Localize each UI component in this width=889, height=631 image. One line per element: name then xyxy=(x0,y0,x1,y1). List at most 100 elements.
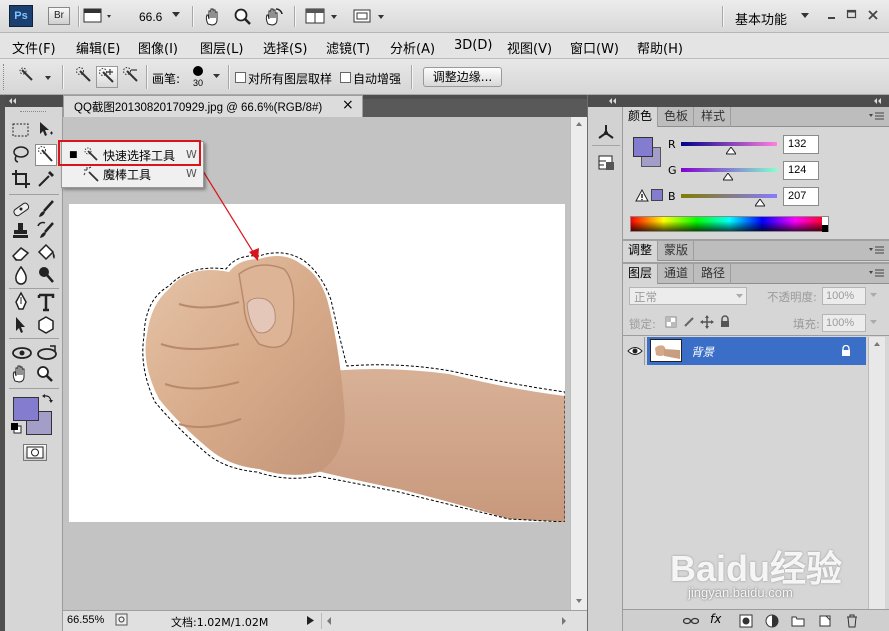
gamut-color-swatch[interactable] xyxy=(651,189,663,201)
panels-topbar[interactable] xyxy=(623,95,889,107)
zoom-level[interactable]: 66.6 xyxy=(139,10,162,24)
options-grip[interactable] xyxy=(3,64,6,90)
screen-mode-button[interactable] xyxy=(352,8,388,25)
green-slider[interactable] xyxy=(681,168,777,172)
fx-icon[interactable]: fx xyxy=(710,612,721,626)
document-canvas[interactable] xyxy=(69,204,565,522)
slider-thumb-icon[interactable] xyxy=(726,147,736,155)
auto-enhance-checkbox[interactable] xyxy=(340,72,351,83)
color-spectrum-bar[interactable] xyxy=(630,216,829,232)
layer-visibility-toggle[interactable] xyxy=(625,337,645,365)
type-tool[interactable] xyxy=(35,291,57,313)
maximize-button[interactable] xyxy=(846,9,858,21)
zoom-tool-button[interactable] xyxy=(233,7,253,27)
tab-adjustments[interactable]: 调整 xyxy=(623,241,659,261)
slider-thumb-icon[interactable] xyxy=(755,199,765,207)
zoom-tool[interactable] xyxy=(35,364,57,386)
brush-picker[interactable]: 30 xyxy=(188,64,212,92)
lock-all-icon[interactable] xyxy=(719,315,731,328)
slider-thumb-icon[interactable] xyxy=(723,173,733,181)
menu-layer[interactable]: 图层(L) xyxy=(200,38,243,57)
layers-scrollbar[interactable] xyxy=(868,337,885,609)
workspace-dropdown-arrow[interactable] xyxy=(801,13,809,19)
3d-rotate-tool[interactable] xyxy=(10,342,32,364)
3d-panel-button[interactable] xyxy=(596,123,616,143)
tab-layers[interactable]: 图层 xyxy=(623,264,659,284)
menu-3d[interactable]: 3D(D) xyxy=(454,38,492,53)
menu-help[interactable]: 帮助(H) xyxy=(637,38,683,57)
panel-menu-icon[interactable] xyxy=(869,246,885,256)
close-button[interactable] xyxy=(867,9,879,21)
menu-view[interactable]: 视图(V) xyxy=(507,38,552,57)
document-tab[interactable]: QQ截图20130820170929.jpg @ 66.6%(RGB/8#) × xyxy=(63,95,363,117)
tab-styles[interactable]: 样式 xyxy=(696,107,732,127)
tab-paths[interactable]: 路径 xyxy=(696,264,732,284)
view-extras-button[interactable] xyxy=(83,7,115,25)
chevron-down-icon[interactable] xyxy=(870,293,878,299)
quick-mask-button[interactable] xyxy=(23,444,47,461)
paint-bucket-tool[interactable] xyxy=(35,242,57,264)
refine-edge-button[interactable]: 调整边缘... xyxy=(423,67,502,87)
lock-position-icon[interactable] xyxy=(700,315,714,329)
layer-name[interactable]: 背景 xyxy=(691,344,714,360)
menu-edit[interactable]: 编辑(E) xyxy=(76,38,120,57)
menu-analysis[interactable]: 分析(A) xyxy=(390,38,435,57)
measurement-panel-button[interactable] xyxy=(596,153,616,173)
tab-swatches[interactable]: 色板 xyxy=(659,107,695,127)
path-selection-tool[interactable] xyxy=(10,314,32,336)
sample-all-layers-checkbox[interactable] xyxy=(235,72,246,83)
bridge-button[interactable]: Br xyxy=(48,7,70,25)
color-fg-swatch-front[interactable] xyxy=(633,137,653,157)
status-info-button[interactable] xyxy=(115,613,129,627)
new-group-icon[interactable] xyxy=(791,614,805,628)
clone-stamp-tool[interactable] xyxy=(10,220,32,242)
opacity-field[interactable]: 100% xyxy=(822,287,866,305)
adjustment-layer-icon[interactable] xyxy=(765,614,779,628)
3d-orbit-tool[interactable] xyxy=(35,342,57,364)
red-value-field[interactable]: 132 xyxy=(783,135,819,154)
new-layer-icon[interactable] xyxy=(818,614,832,628)
subtract-from-selection-button[interactable] xyxy=(121,66,141,86)
link-layers-icon[interactable] xyxy=(683,615,699,627)
arrange-documents-button[interactable] xyxy=(305,8,341,25)
shape-tool[interactable] xyxy=(35,314,57,336)
blend-mode-select[interactable]: 正常 xyxy=(629,287,747,305)
workspace-switcher[interactable]: 基本功能 xyxy=(735,9,787,28)
spot-healing-tool[interactable] xyxy=(10,198,32,220)
lock-transparent-icon[interactable] xyxy=(665,316,677,328)
hand-tool[interactable] xyxy=(10,364,32,386)
lock-pixels-icon[interactable] xyxy=(683,316,695,328)
blue-slider[interactable] xyxy=(681,194,777,198)
quick-selection-tool[interactable] xyxy=(35,144,57,166)
panel-menu-icon[interactable] xyxy=(869,112,885,122)
dodge-tool[interactable] xyxy=(35,264,57,286)
tools-grip[interactable] xyxy=(20,111,46,113)
menu-filter[interactable]: 滤镜(T) xyxy=(326,38,370,57)
pen-tool[interactable] xyxy=(10,291,32,313)
eyedropper-tool[interactable] xyxy=(35,168,57,190)
chevron-down-icon[interactable] xyxy=(870,320,878,326)
zoom-dropdown-arrow[interactable] xyxy=(172,12,180,18)
fill-field[interactable]: 100% xyxy=(822,314,866,332)
add-mask-icon[interactable] xyxy=(739,614,753,628)
brush-tool[interactable] xyxy=(35,198,57,220)
menu-select[interactable]: 选择(S) xyxy=(263,38,307,57)
vertical-scrollbar[interactable] xyxy=(570,117,587,610)
strip-header[interactable] xyxy=(588,95,623,107)
tool-preset-picker[interactable] xyxy=(18,67,54,87)
blur-tool[interactable] xyxy=(10,264,32,286)
delete-layer-icon[interactable] xyxy=(845,613,859,628)
tab-color[interactable]: 颜色 xyxy=(623,107,659,127)
foreground-color-swatch[interactable] xyxy=(13,397,39,421)
zoom-status[interactable]: 66.55% xyxy=(67,614,104,626)
history-brush-tool[interactable] xyxy=(35,220,57,242)
layer-row-background[interactable]: 背景 xyxy=(647,337,866,365)
red-slider[interactable] xyxy=(681,142,777,146)
status-menu-arrow[interactable] xyxy=(307,616,315,625)
rotate-view-button[interactable] xyxy=(262,6,284,28)
menu-window[interactable]: 窗口(W) xyxy=(570,38,619,57)
tab-channels[interactable]: 通道 xyxy=(659,264,695,284)
new-selection-button[interactable] xyxy=(74,66,94,86)
gamut-warning-icon[interactable] xyxy=(635,189,649,202)
brush-dropdown-arrow[interactable] xyxy=(213,74,221,80)
